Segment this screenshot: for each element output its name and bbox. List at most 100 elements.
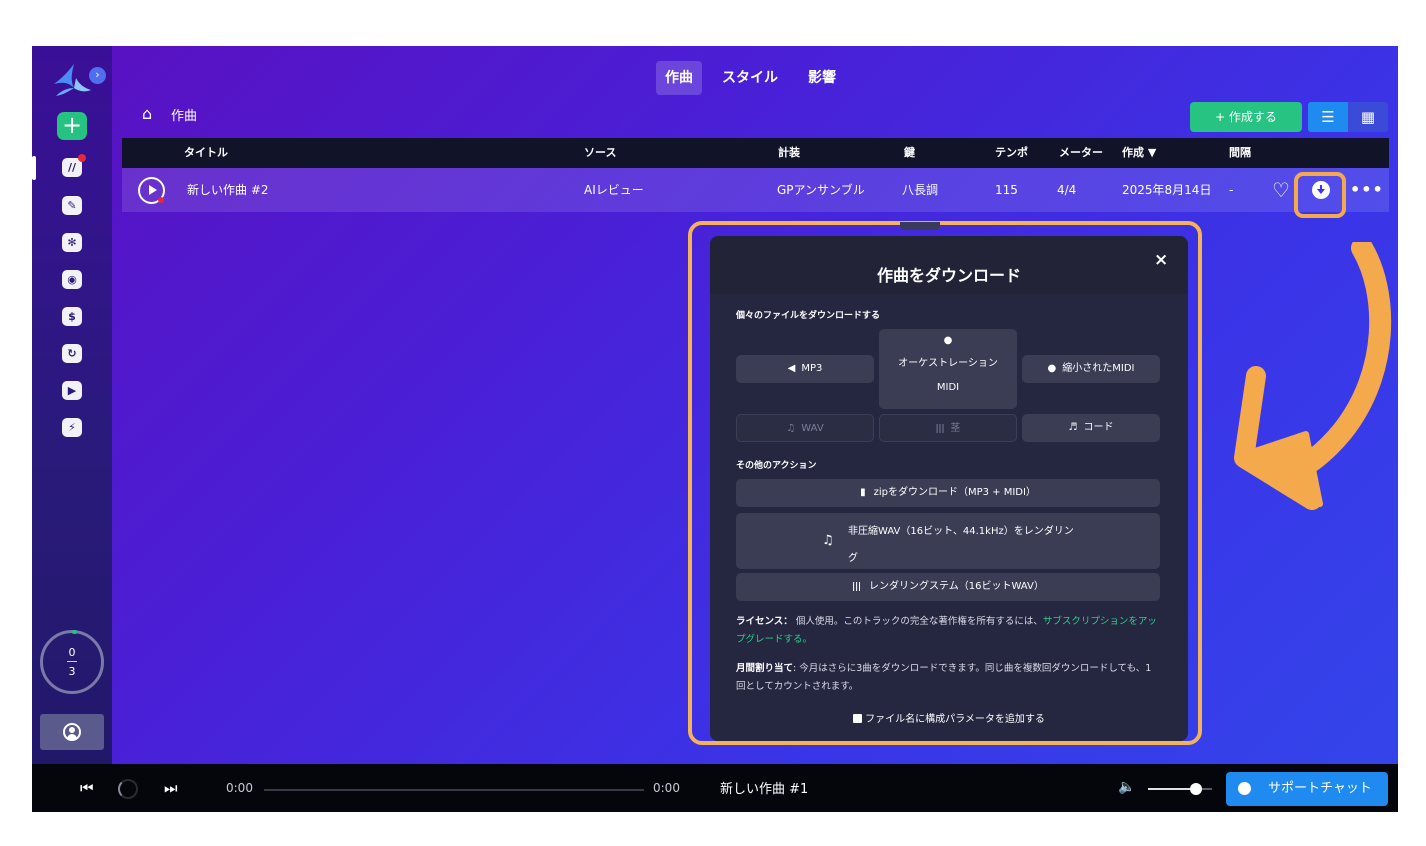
modal-handle [900, 222, 940, 230]
row-duration: - [1229, 183, 1234, 197]
seek-bar[interactable] [264, 789, 644, 791]
wav-label: WAV [801, 423, 824, 434]
append-params-option[interactable]: ファイル名に構成パラメータを追加する [710, 710, 1188, 725]
sidebar-item-dollar-icon[interactable]: $ [62, 307, 82, 326]
close-icon[interactable]: × [1154, 250, 1168, 270]
chords-label: コード [1083, 422, 1114, 433]
sidebar: › + // ✎ ✻ ◉ $ ↻ ▶ ⚡ 0 3 [32, 46, 112, 764]
next-track-icon[interactable]: ⏭ [164, 779, 178, 797]
breadcrumb: 作曲 [171, 109, 198, 124]
home-icon[interactable]: ⌂ [142, 106, 158, 122]
sidebar-item-fan-icon[interactable]: ✻ [62, 233, 82, 252]
tab-influence[interactable]: 影響 [802, 61, 842, 95]
append-params-checkbox[interactable] [853, 714, 863, 723]
quota-progress-dot [72, 630, 77, 634]
download-reduced-midi-button[interactable]: ● 縮小されたMIDI [1022, 355, 1160, 383]
sidebar-item-bolt-icon[interactable]: ⚡ [62, 418, 82, 437]
column-meter[interactable]: メーター [1059, 138, 1103, 168]
row-created: 2025年8月14日 [1122, 183, 1212, 197]
quota-note-text: : 今月はさらに3曲をダウンロードできます。同じ曲を複数回ダウンロードしても、1… [736, 663, 1152, 692]
row-instrument: GPアンサンブル [777, 183, 865, 197]
support-chat-label: サポートチャット [1268, 781, 1372, 796]
row-source: AIレビュー [584, 183, 644, 197]
table-header: タイトル ソース 計装 鍵 テンポ メーター 作成 ▼ 間隔 [122, 138, 1389, 168]
orch-midi-label-1: オーケストレーション [898, 358, 998, 369]
column-tempo[interactable]: テンポ [995, 138, 1028, 168]
add-composition-button[interactable]: + [57, 112, 87, 140]
logo-icon[interactable] [52, 62, 92, 98]
license-note: ライセンス： 個人使用。このトラックの完全な著作権を所有するには、サブスクリプシ… [736, 613, 1160, 649]
unplayed-dot [158, 197, 164, 203]
license-label: ライセンス： [736, 616, 793, 627]
now-playing-title: 新しい作曲 #1 [720, 782, 809, 797]
expand-sidebar-icon[interactable]: › [89, 67, 106, 84]
total-time: 0:00 [653, 781, 680, 795]
chat-icon [1238, 782, 1251, 795]
sidebar-item-broadcast-icon[interactable]: ◉ [62, 270, 82, 289]
row-key: 八長調 [902, 183, 939, 197]
headphones-icon: ♫ [822, 533, 834, 548]
headphones-icon: ♫ [786, 423, 796, 434]
player-bar: ⏮ ⏭ 0:00 0:00 新しい作曲 #1 🔈 サポートチャット [32, 764, 1398, 812]
nav-active-indicator [32, 156, 36, 180]
current-time: 0:00 [226, 781, 253, 795]
download-orchestration-midi-button[interactable]: ● オーケストレーション MIDI [879, 329, 1017, 409]
waveform-icon: ǀǀǀ [852, 581, 862, 592]
download-chords-button[interactable]: ♬ コード [1022, 414, 1160, 442]
zip-label: zipをダウンロード（MP3 + MIDI） [873, 487, 1036, 498]
render-wav-button[interactable]: ♫ 非圧縮WAV（16ビット、44.1kHz）をレンダリン グ [736, 513, 1160, 569]
sidebar-item-play-icon[interactable]: ▶ [62, 381, 82, 400]
previous-track-icon[interactable]: ⏮ [80, 779, 94, 797]
row-meter: 4/4 [1057, 183, 1077, 197]
table-row[interactable]: 新しい作曲 #2 AIレビュー GPアンサンブル 八長調 115 4/4 202… [122, 168, 1389, 218]
render-stems-button[interactable]: ǀǀǀ レンダリングステム（16ビットWAV） [736, 573, 1160, 601]
volume-knob[interactable] [1190, 783, 1202, 795]
speaker-icon: ◀ [787, 363, 796, 374]
app-window: › + // ✎ ✻ ◉ $ ↻ ▶ ⚡ 0 3 作曲 スタイル 影響 ⌂ 作曲… [32, 46, 1398, 812]
quota-note-label: 月間割り当て [736, 663, 794, 674]
waveform-icon: ǀǀǀ [935, 423, 945, 434]
render-wav-label-1: 非圧縮WAV（16ビット、44.1kHz）をレンダリン [848, 526, 1074, 537]
column-title[interactable]: タイトル [184, 138, 228, 168]
volume-icon[interactable]: 🔈 [1118, 779, 1135, 795]
column-instrument[interactable]: 計装 [778, 138, 800, 168]
download-modal: 作曲をダウンロード × 個々のファイルをダウンロードする ◀ MP3 ● オーケス… [710, 236, 1188, 741]
create-button[interactable]: + 作成する [1190, 102, 1302, 132]
column-created[interactable]: 作成 ▼ [1122, 138, 1156, 168]
list-view-button[interactable]: ☰ [1308, 102, 1348, 132]
mp3-label: MP3 [801, 363, 823, 374]
column-source[interactable]: ソース [584, 138, 616, 168]
tab-compose[interactable]: 作曲 [656, 61, 702, 95]
volume-slider[interactable] [1148, 783, 1212, 795]
download-zip-button[interactable]: ▮ zipをダウンロード（MP3 + MIDI） [736, 479, 1160, 507]
support-chat-button[interactable]: サポートチャット [1226, 772, 1388, 806]
render-wav-label-2: グ [848, 553, 858, 564]
notification-dot [78, 154, 86, 162]
heart-icon[interactable]: ♡ [1272, 178, 1290, 202]
more-options-icon[interactable]: ••• [1350, 178, 1384, 202]
column-duration[interactable]: 間隔 [1229, 138, 1251, 168]
row-title[interactable]: 新しい作曲 #2 [187, 168, 269, 212]
sidebar-item-refresh-icon[interactable]: ↻ [62, 344, 82, 363]
download-stems-button: ǀǀǀ 茎 [879, 414, 1017, 442]
render-stems-label: レンダリングステム（16ビットWAV） [869, 581, 1044, 592]
orch-midi-label-2: MIDI [936, 382, 960, 393]
midi-knob-icon: ● [943, 335, 953, 346]
download-quota-ring: 0 3 [40, 630, 104, 694]
download-icon[interactable] [1312, 181, 1330, 199]
download-mp3-button[interactable]: ◀ MP3 [736, 355, 874, 383]
quota-used: 0 [68, 646, 76, 659]
sidebar-item-edit-icon[interactable]: ✎ [62, 196, 82, 215]
annotation-arrow-icon [1234, 242, 1392, 510]
midi-knob-icon: ● [1047, 363, 1057, 374]
volume-fill [1148, 788, 1196, 790]
user-icon [63, 723, 81, 741]
other-actions-heading: その他のアクション [736, 461, 817, 471]
quota-note: 月間割り当て: 今月はさらに3曲をダウンロードできます。同じ曲を複数回ダウンロー… [736, 660, 1160, 696]
grid-view-button[interactable]: ▦ [1348, 102, 1388, 132]
user-account-button[interactable] [40, 714, 104, 750]
download-wav-button: ♫ WAV [736, 414, 874, 442]
tab-style[interactable]: スタイル [718, 61, 782, 95]
column-key[interactable]: 鍵 [904, 138, 915, 168]
loading-spinner-icon [118, 779, 138, 799]
